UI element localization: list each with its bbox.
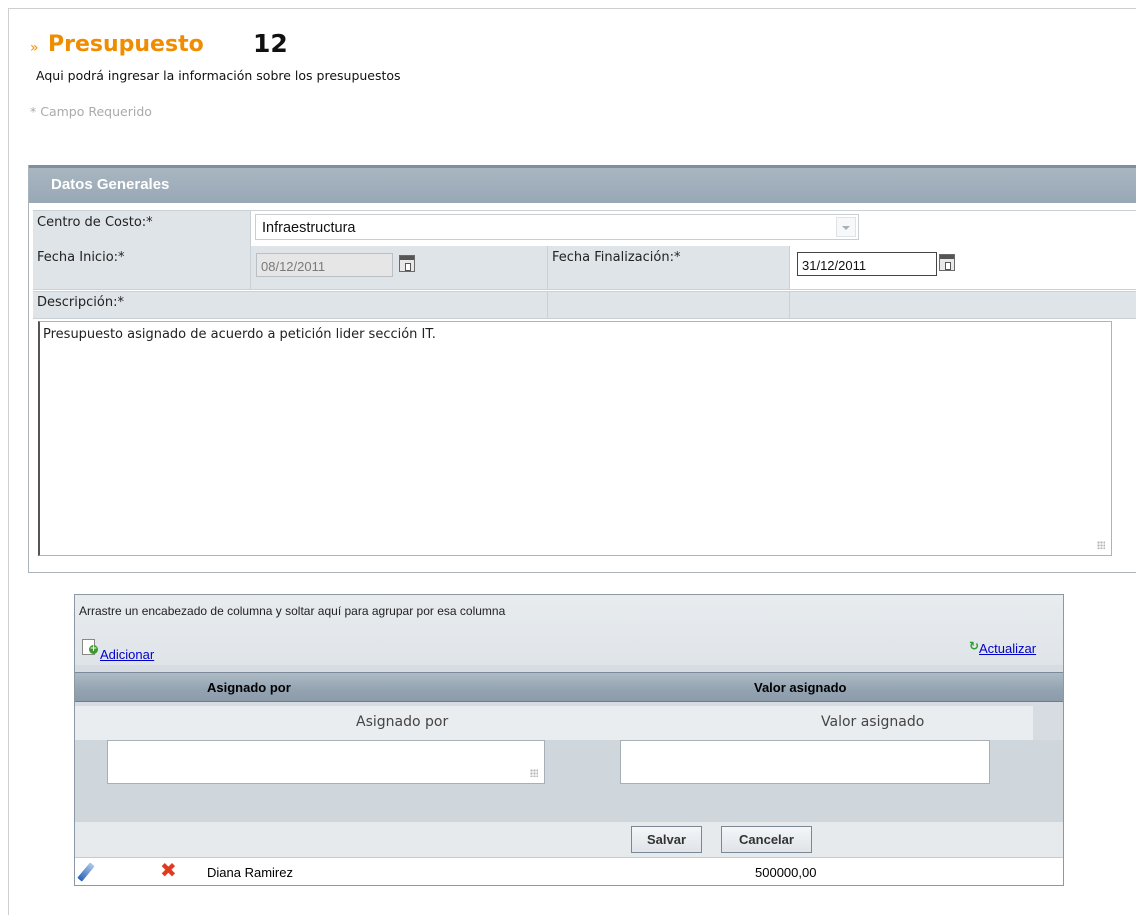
cell-assigned-by: Diana Ramirez <box>207 865 293 880</box>
cost-center-label-cell: Centro de Costo:* <box>33 211 251 246</box>
dropdown-arrow-icon[interactable] <box>836 217 856 237</box>
cost-center-label: Centro de Costo:* <box>37 215 153 230</box>
value-input[interactable] <box>620 740 990 784</box>
edit-label-assigned-by: Asignado por <box>356 714 449 730</box>
group-drop-zone[interactable]: Arrastre un encabezado de columna y solt… <box>75 595 1063 665</box>
calendar-icon[interactable] <box>939 254 955 271</box>
page-subtitle: Aqui podrá ingresar la información sobre… <box>36 68 401 83</box>
window-left-border <box>8 8 9 915</box>
column-header-assigned-by[interactable]: Asignado por <box>207 680 291 695</box>
column-header-row: Asignado por Valor asignado <box>75 672 1063 702</box>
panel-header: Datos Generales <box>29 165 1136 203</box>
cancel-button[interactable]: Cancelar <box>721 826 812 853</box>
column-header-value[interactable]: Valor asignado <box>754 680 846 695</box>
end-date-input[interactable]: 31/12/2011 <box>797 252 937 276</box>
cost-center-value-cell: Infraestructura <box>251 211 1136 246</box>
assignments-grid: Arrastre un encabezado de columna y solt… <box>74 594 1064 886</box>
add-document-icon[interactable] <box>82 639 98 655</box>
window-top-border <box>8 8 1136 9</box>
calendar-icon[interactable] <box>399 255 415 272</box>
edit-form-labels: Asignado por Valor asignado <box>75 706 1033 740</box>
add-button[interactable]: Adicionar <box>100 647 154 662</box>
description-label: Descripción:* <box>37 295 124 310</box>
table-row: ✖ Diana Ramirez 500000,00 <box>75 858 1063 885</box>
assigned-by-input[interactable] <box>107 740 545 784</box>
cost-center-selected: Infraestructura <box>262 220 356 236</box>
start-date-label: Fecha Inicio:* <box>37 250 125 265</box>
refresh-icon[interactable]: ↻ <box>969 639 979 653</box>
end-date-label: Fecha Finalización:* <box>552 250 681 265</box>
page-title: Presupuesto <box>48 32 204 57</box>
cost-center-row: Centro de Costo:* Infraestructura <box>33 210 1136 247</box>
start-date-input[interactable]: 08/12/2011 <box>256 253 393 277</box>
start-date-label-cell: Fecha Inicio:* <box>33 246 251 289</box>
resize-grip-icon[interactable] <box>1097 541 1105 549</box>
edit-pencil-icon[interactable] <box>77 862 95 882</box>
end-date-value-cell: 31/12/2011 <box>790 246 1136 289</box>
description-text: Presupuesto asignado de acuerdo a petici… <box>43 327 436 342</box>
group-hint-text: Arrastre un encabezado de columna y solt… <box>79 604 506 618</box>
general-data-panel: Datos Generales Centro de Costo:* Infrae… <box>28 165 1136 573</box>
required-field-note: * Campo Requerido <box>30 104 152 119</box>
empty-cell <box>790 292 1136 318</box>
edit-form-inputs <box>75 740 1063 822</box>
resize-grip-icon[interactable] <box>530 769 538 777</box>
dates-row: Fecha Inicio:* 08/12/2011 Fecha Finaliza… <box>33 246 1136 290</box>
delete-x-icon[interactable]: ✖ <box>160 860 177 880</box>
description-row: Descripción:* <box>33 291 1136 319</box>
edit-form-buttons: Salvar Cancelar <box>75 822 1063 858</box>
edit-label-value: Valor asignado <box>821 714 925 730</box>
cell-value: 500000,00 <box>755 865 817 880</box>
chevron-icon: » <box>30 40 39 56</box>
panel-title: Datos Generales <box>51 176 170 193</box>
start-date-value-cell: 08/12/2011 <box>251 246 548 289</box>
empty-cell <box>548 292 790 318</box>
save-button[interactable]: Salvar <box>631 826 702 853</box>
refresh-button[interactable]: Actualizar <box>979 641 1036 656</box>
description-textarea[interactable]: Presupuesto asignado de acuerdo a petici… <box>38 321 1112 556</box>
end-date-label-cell: Fecha Finalización:* <box>548 246 790 289</box>
cost-center-dropdown[interactable]: Infraestructura <box>255 214 859 240</box>
record-number: 12 <box>253 29 288 58</box>
description-label-cell: Descripción:* <box>33 292 548 318</box>
